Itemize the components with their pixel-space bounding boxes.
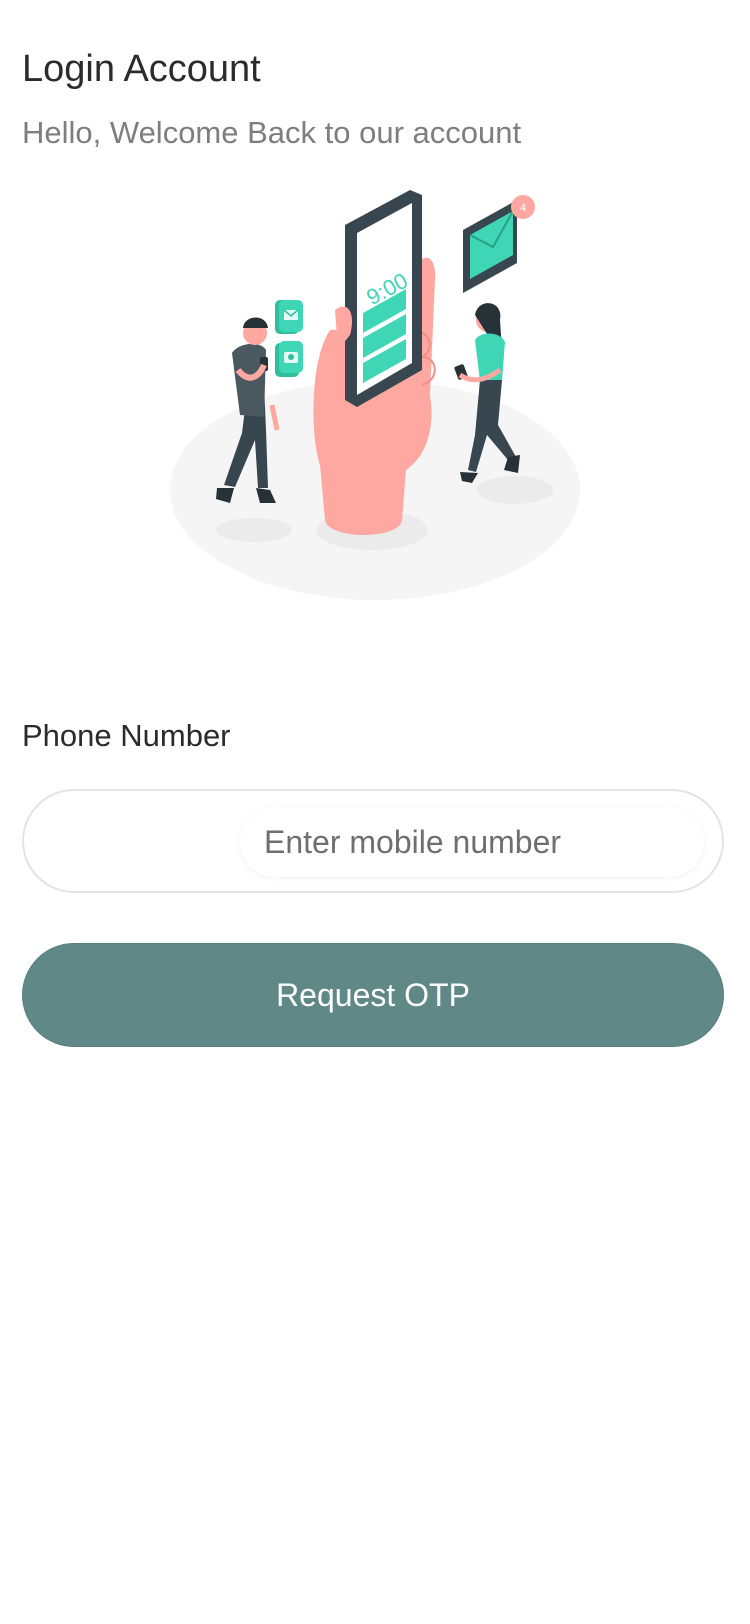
message-card-icon bbox=[275, 300, 303, 334]
request-otp-button[interactable]: Request OTP bbox=[22, 943, 724, 1047]
envelope-notification-icon: 4 bbox=[463, 195, 535, 293]
camera-card-icon bbox=[275, 341, 303, 377]
otp-login-illustration: 4 9:00 bbox=[170, 190, 580, 600]
phone-number-label: Phone Number bbox=[22, 718, 231, 753]
page-subtitle: Hello, Welcome Back to our account bbox=[22, 115, 522, 150]
phone-number-field[interactable] bbox=[22, 789, 724, 893]
notification-count: 4 bbox=[520, 202, 526, 214]
page-title: Login Account bbox=[22, 48, 261, 90]
mobile-number-input[interactable] bbox=[240, 807, 704, 877]
